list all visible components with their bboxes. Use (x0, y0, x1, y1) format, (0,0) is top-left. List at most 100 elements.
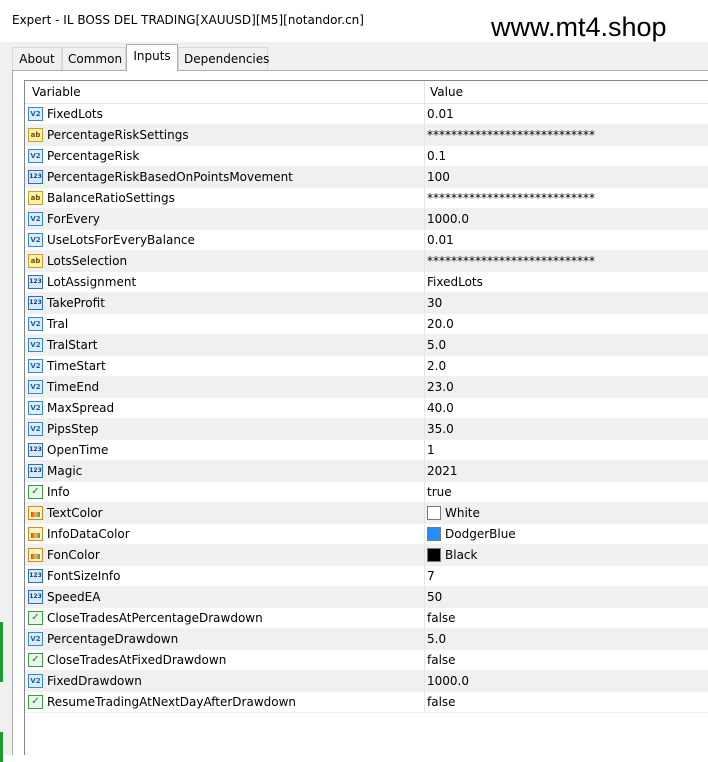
variable-cell: 123 OpenTime (25, 440, 425, 460)
window-titlebar[interactable]: Expert - IL BOSS DEL TRADING[XAUUSD][M5]… (0, 0, 708, 42)
variable-name: MaxSpread (47, 401, 115, 415)
value-cell[interactable]: 0.1 (427, 146, 446, 166)
value-cell[interactable]: true (427, 482, 452, 502)
value-cell[interactable]: 5.0 (427, 629, 446, 649)
input-row-FonColor[interactable]: FonColor Black (25, 545, 708, 566)
input-row-PercentageRisk[interactable]: V2 PercentageRisk 0.1 (25, 146, 708, 167)
input-row-CloseTradesAtFixedDrawdown[interactable]: ✓ CloseTradesAtFixedDrawdown false (25, 650, 708, 671)
input-row-TakeProfit[interactable]: 123 TakeProfit 30 (25, 293, 708, 314)
variable-name: PercentageRiskSettings (47, 128, 189, 142)
tab-dependencies[interactable]: Dependencies (178, 47, 269, 70)
variable-cell: FonColor (25, 545, 425, 565)
value-cell[interactable]: false (427, 650, 456, 670)
input-row-TimeStart[interactable]: V2 TimeStart 2.0 (25, 356, 708, 377)
value-cell[interactable]: **************************** (427, 251, 595, 271)
input-row-Tral[interactable]: V2 Tral 20.0 (25, 314, 708, 335)
value-cell[interactable]: 1000.0 (427, 671, 469, 691)
value-cell[interactable]: **************************** (427, 125, 595, 145)
tab-inputs[interactable]: Inputs (126, 44, 178, 71)
tab-common[interactable]: Common (62, 47, 126, 70)
input-row-Info[interactable]: ✓ Info true (25, 482, 708, 503)
input-row-FontSizeInfo[interactable]: 123 FontSizeInfo 7 (25, 566, 708, 587)
value-cell[interactable]: Black (445, 545, 477, 565)
variable-cell: V2 TimeEnd (25, 377, 425, 397)
input-row-InfoDataColor[interactable]: InfoDataColor DodgerBlue (25, 524, 708, 545)
value-cell[interactable]: 7 (427, 566, 435, 586)
input-row-CloseTradesAtPercentageDrawdown[interactable]: ✓ CloseTradesAtPercentageDrawdown false (25, 608, 708, 629)
double-type-icon: V2 (28, 359, 43, 373)
integer-type-icon: 123 (28, 443, 43, 457)
color-swatch (427, 506, 441, 520)
background-chart-strip (0, 42, 10, 762)
integer-type-icon: 123 (28, 275, 43, 289)
double-type-icon: V2 (28, 338, 43, 352)
variable-name: Magic (47, 464, 83, 478)
variable-cell: ✓ Info (25, 482, 425, 502)
variable-cell: V2 PipsStep (25, 419, 425, 439)
input-row-ResumeTradingAtNextDayAfterDrawdown[interactable]: ✓ ResumeTradingAtNextDayAfterDrawdown fals… (25, 692, 708, 713)
color-type-icon (28, 506, 43, 520)
input-row-LotAssignment[interactable]: 123 LotAssignment FixedLots (25, 272, 708, 293)
variable-cell: V2 FixedDrawdown (25, 671, 425, 691)
variable-name: Tral (47, 317, 69, 331)
column-header-value[interactable]: Value (430, 81, 463, 103)
variable-cell: V2 TimeStart (25, 356, 425, 376)
string-type-icon: ab (28, 128, 43, 142)
input-row-OpenTime[interactable]: 123 OpenTime 1 (25, 440, 708, 461)
variable-name: InfoDataColor (47, 527, 130, 541)
value-cell[interactable]: DodgerBlue (445, 524, 516, 544)
input-row-BalanceRatioSettings[interactable]: ab BalanceRatioSettings ******************… (25, 188, 708, 209)
variable-cell: InfoDataColor (25, 524, 425, 544)
integer-type-icon: 123 (28, 569, 43, 583)
input-row-PipsStep[interactable]: V2 PipsStep 35.0 (25, 419, 708, 440)
value-cell[interactable]: 100 (427, 167, 450, 187)
input-row-TralStart[interactable]: V2 TralStart 5.0 (25, 335, 708, 356)
value-cell[interactable]: 50 (427, 587, 442, 607)
input-row-MaxSpread[interactable]: V2 MaxSpread 40.0 (25, 398, 708, 419)
variable-name: FixedDrawdown (47, 674, 142, 688)
value-cell[interactable]: 20.0 (427, 314, 454, 334)
input-row-TimeEnd[interactable]: V2 TimeEnd 23.0 (25, 377, 708, 398)
input-row-Magic[interactable]: 123 Magic 2021 (25, 461, 708, 482)
value-cell[interactable]: 5.0 (427, 335, 446, 355)
input-row-UseLotsForEveryBalance[interactable]: V2 UseLotsForEveryBalance 0.01 (25, 230, 708, 251)
integer-type-icon: 123 (28, 170, 43, 184)
value-cell[interactable]: 1000.0 (427, 209, 469, 229)
double-type-icon: V2 (28, 233, 43, 247)
input-row-ForEvery[interactable]: V2 ForEvery 1000.0 (25, 209, 708, 230)
variable-cell: 123 PercentageRiskBasedOnPointsMovement (25, 167, 425, 187)
value-cell[interactable]: FixedLots (427, 272, 483, 292)
value-cell[interactable]: 2.0 (427, 356, 446, 376)
input-row-LotsSelection[interactable]: ab LotsSelection *************************… (25, 251, 708, 272)
value-cell[interactable]: false (427, 608, 456, 628)
value-cell[interactable]: White (445, 503, 480, 523)
value-cell[interactable]: false (427, 692, 456, 712)
variable-cell: V2 MaxSpread (25, 398, 425, 418)
value-cell[interactable]: 35.0 (427, 419, 454, 439)
input-row-PercentageRiskBasedOnPointsMovement[interactable]: 123 PercentageRiskBasedOnPointsMovement 10… (25, 167, 708, 188)
value-cell[interactable]: 1 (427, 440, 435, 460)
tab-about[interactable]: About (12, 47, 62, 70)
variable-cell: ab BalanceRatioSettings (25, 188, 425, 208)
variable-cell: V2 PercentageDrawdown (25, 629, 425, 649)
input-row-PercentageRiskSettings[interactable]: ab PercentageRiskSettings ****************… (25, 125, 708, 146)
value-cell[interactable]: 30 (427, 293, 442, 313)
input-row-PercentageDrawdown[interactable]: V2 PercentageDrawdown 5.0 (25, 629, 708, 650)
variable-name: UseLotsForEveryBalance (47, 233, 195, 247)
value-cell[interactable]: 0.01 (427, 104, 454, 124)
variable-name: PipsStep (47, 422, 99, 436)
variable-cell: ✓ CloseTradesAtFixedDrawdown (25, 650, 425, 670)
input-row-FixedLots[interactable]: V2 FixedLots 0.01 (25, 104, 708, 125)
value-cell[interactable]: 2021 (427, 461, 458, 481)
input-row-TextColor[interactable]: TextColor White (25, 503, 708, 524)
grid-rows: V2 FixedLots 0.01 ab PercentageRiskSettings *… (25, 104, 708, 713)
variable-name: PercentageRiskBasedOnPointsMovement (47, 170, 293, 184)
value-cell[interactable]: **************************** (427, 188, 595, 208)
column-header-variable[interactable]: Variable (32, 81, 81, 103)
input-row-SpeedEA[interactable]: 123 SpeedEA 50 (25, 587, 708, 608)
value-cell[interactable]: 40.0 (427, 398, 454, 418)
value-cell[interactable]: 23.0 (427, 377, 454, 397)
input-row-FixedDrawdown[interactable]: V2 FixedDrawdown 1000.0 (25, 671, 708, 692)
value-cell[interactable]: 0.01 (427, 230, 454, 250)
double-type-icon: V2 (28, 149, 43, 163)
